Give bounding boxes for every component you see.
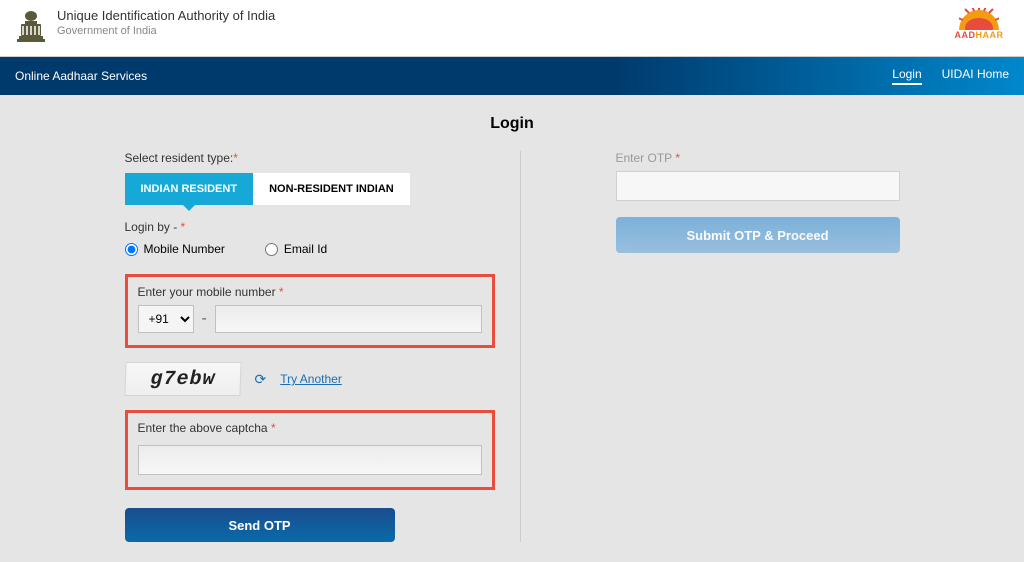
tab-indian-resident[interactable]: INDIAN RESIDENT — [125, 173, 254, 205]
navbar: Online Aadhaar Services Login UIDAI Home — [0, 57, 1024, 95]
phone-row: +91 - — [138, 305, 482, 333]
phone-dash: - — [202, 310, 207, 328]
radio-mobile-input[interactable] — [125, 243, 138, 256]
otp-label: Enter OTP * — [616, 151, 900, 165]
try-another-link[interactable]: Try Another — [280, 372, 342, 386]
otp-input[interactable] — [616, 171, 900, 201]
emblem-icon — [15, 8, 47, 46]
captcha-input[interactable] — [138, 445, 482, 475]
captcha-row: g7ebw ⟳ Try Another — [125, 362, 495, 396]
mobile-field-box: Enter your mobile number * +91 - — [125, 274, 495, 348]
gov-text: Government of India — [57, 25, 275, 37]
radio-mobile[interactable]: Mobile Number — [125, 242, 225, 256]
radio-email-input[interactable] — [265, 243, 278, 256]
mobile-field-label: Enter your mobile number * — [138, 285, 482, 299]
columns: Select resident type:* INDIAN RESIDENT N… — [62, 151, 962, 542]
tab-nri[interactable]: NON-RESIDENT INDIAN — [253, 173, 410, 205]
otp-column: Enter OTP * Submit OTP & Proceed — [520, 151, 900, 542]
main: Login Select resident type:* INDIAN RESI… — [0, 95, 1024, 562]
login-by-radio-group: Mobile Number Email Id — [125, 242, 495, 256]
mobile-number-input[interactable] — [215, 305, 482, 333]
country-code-select[interactable]: +91 — [138, 305, 194, 333]
aadhaar-logo-text: AADHAAR — [949, 30, 1009, 40]
nav-home-link[interactable]: UIDAI Home — [942, 67, 1009, 85]
resident-type-tabs: INDIAN RESIDENT NON-RESIDENT INDIAN — [125, 173, 495, 205]
page-title: Login — [0, 115, 1024, 133]
captcha-image: g7ebw — [124, 362, 241, 396]
submit-otp-button[interactable]: Submit OTP & Proceed — [616, 217, 900, 253]
aadhaar-logo: AADHAAR — [949, 8, 1009, 48]
header-left: Unique Identification Authority of India… — [15, 8, 275, 46]
nav-login-link[interactable]: Login — [892, 67, 921, 85]
captcha-field-label: Enter the above captcha * — [138, 421, 482, 435]
nav-service-title: Online Aadhaar Services — [15, 69, 147, 83]
radio-email[interactable]: Email Id — [265, 242, 327, 256]
sun-icon — [959, 8, 999, 30]
send-otp-button[interactable]: Send OTP — [125, 508, 395, 542]
header: Unique Identification Authority of India… — [0, 0, 1024, 57]
captcha-field-box: Enter the above captcha * — [125, 410, 495, 490]
header-text: Unique Identification Authority of India… — [57, 8, 275, 37]
refresh-icon[interactable]: ⟳ — [255, 371, 267, 388]
org-title: Unique Identification Authority of India — [57, 8, 275, 23]
login-form-column: Select resident type:* INDIAN RESIDENT N… — [125, 151, 520, 542]
login-by-label: Login by - * — [125, 220, 495, 234]
resident-type-label: Select resident type:* — [125, 151, 495, 165]
nav-links: Login UIDAI Home — [892, 67, 1009, 85]
